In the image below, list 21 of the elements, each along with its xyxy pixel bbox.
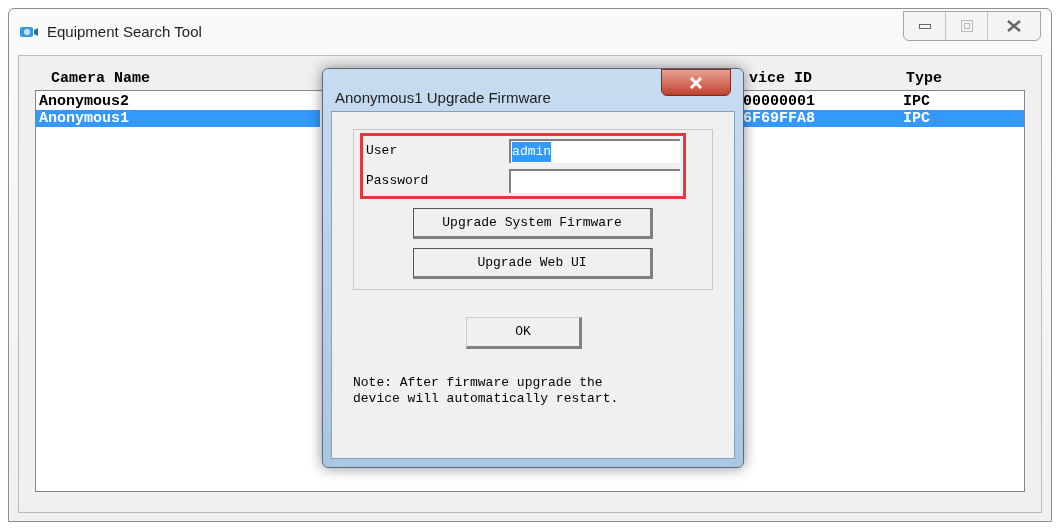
dialog-close-button[interactable] [661,69,731,96]
field-label: Password [366,172,430,191]
ok-button[interactable]: OK [466,317,582,349]
close-icon [689,76,703,89]
column-header: Type [906,70,942,87]
table-cell[interactable]: Anonymous2 [36,93,320,110]
upgrade-button[interactable]: Upgrade Web UI [413,248,653,279]
column-header: vice ID [749,70,812,87]
input-field[interactable] [509,169,680,193]
note-text: Note: After firmware upgrade the device will automatically restart. [353,375,620,407]
field-label: User [366,142,399,161]
column-header: Camera Name [51,70,151,87]
close-icon [1007,20,1021,32]
table-cell[interactable]: 00000001 [743,93,903,110]
window-title: Equipment Search Tool [47,21,202,42]
camera-icon [19,25,39,39]
table-cell[interactable]: IPC [903,93,1024,110]
maximize-icon [960,20,973,32]
dialog-title: Anonymous1 Upgrade Firmware [335,88,551,108]
upgrade-button[interactable]: Upgrade System Firmware [413,208,653,239]
minimize-icon [918,23,931,29]
